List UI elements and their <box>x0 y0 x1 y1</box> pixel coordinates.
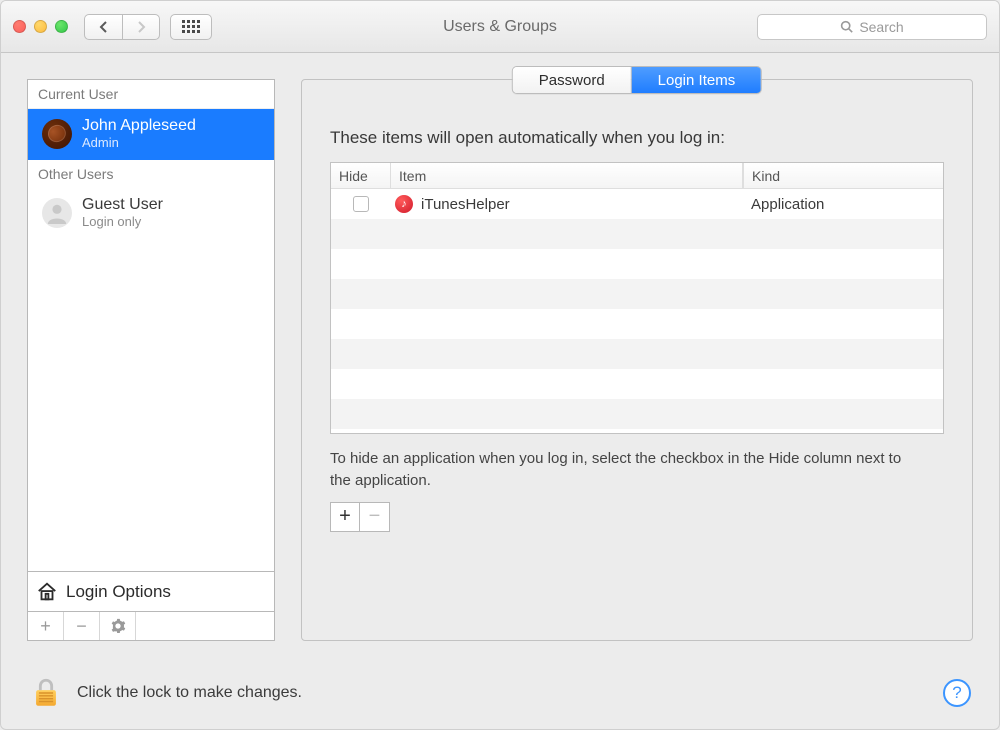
footer: Click the lock to make changes. ? <box>1 657 999 729</box>
table-header: Hide Item Kind <box>331 163 943 189</box>
login-options-button[interactable]: Login Options <box>27 571 275 611</box>
lock-icon <box>29 676 63 710</box>
search-field[interactable]: Search <box>757 14 987 40</box>
user-row[interactable]: Guest User Login only <box>28 188 274 239</box>
user-label: John Appleseed Admin <box>82 117 196 150</box>
login-items-description: These items will open automatically when… <box>330 128 944 148</box>
user-name: Guest User <box>82 196 163 214</box>
remove-user-button[interactable]: − <box>64 612 100 640</box>
table-row[interactable]: ♪ iTunesHelper Application <box>331 189 943 219</box>
gear-icon <box>110 618 126 634</box>
avatar-football-icon <box>42 119 72 149</box>
user-sidebar: Current User John Appleseed Admin Other … <box>27 79 275 641</box>
login-options-label: Login Options <box>66 582 171 602</box>
tab-login-items[interactable]: Login Items <box>632 67 762 93</box>
cell-hide <box>331 196 391 212</box>
item-name: iTunesHelper <box>421 196 510 213</box>
titlebar: Users & Groups Search <box>1 1 999 53</box>
section-current-user: Current User <box>28 80 274 109</box>
section-other-users: Other Users <box>28 160 274 188</box>
show-all-button[interactable] <box>170 14 212 40</box>
content-area: Current User John Appleseed Admin Other … <box>1 53 999 657</box>
login-items-table: Hide Item Kind ♪ iTunesHelper <box>330 162 944 434</box>
detail-panel: Password Login Items These items will op… <box>301 79 973 641</box>
sidebar-toolbar: + − <box>27 611 275 641</box>
cell-kind: Application <box>743 196 943 213</box>
add-item-button[interactable]: + <box>330 502 360 532</box>
close-window-button[interactable] <box>13 20 26 33</box>
preferences-window: Users & Groups Search Current User John … <box>0 0 1000 730</box>
traffic-lights <box>13 20 68 33</box>
col-hide[interactable]: Hide <box>331 163 391 188</box>
user-row-selected[interactable]: John Appleseed Admin <box>28 109 274 160</box>
house-icon <box>36 581 58 603</box>
minimize-window-button[interactable] <box>34 20 47 33</box>
item-add-remove: + − <box>330 502 944 532</box>
search-icon <box>840 20 853 33</box>
search-placeholder: Search <box>859 19 903 35</box>
forward-button[interactable] <box>122 14 160 40</box>
hide-hint: To hide an application when you log in, … <box>330 448 910 492</box>
tab-password[interactable]: Password <box>513 67 632 93</box>
nav-buttons <box>84 14 160 40</box>
user-actions-menu[interactable] <box>100 612 136 640</box>
lock-control[interactable]: Click the lock to make changes. <box>29 676 302 710</box>
remove-item-button[interactable]: − <box>360 502 390 532</box>
hide-checkbox[interactable] <box>353 196 369 212</box>
col-kind[interactable]: Kind <box>743 163 943 188</box>
help-button[interactable]: ? <box>943 679 971 707</box>
back-button[interactable] <box>84 14 122 40</box>
user-label: Guest User Login only <box>82 196 163 229</box>
grid-icon <box>182 20 200 33</box>
minus-icon: − <box>369 505 381 528</box>
lock-hint: Click the lock to make changes. <box>77 684 302 702</box>
add-user-button[interactable]: + <box>28 612 64 640</box>
minus-icon: − <box>76 616 87 637</box>
plus-icon: + <box>339 505 351 528</box>
col-item[interactable]: Item <box>391 163 743 188</box>
question-icon: ? <box>952 683 961 703</box>
panel-body: These items will open automatically when… <box>302 80 972 640</box>
user-list: Current User John Appleseed Admin Other … <box>27 79 275 571</box>
tabs: Password Login Items <box>512 66 762 94</box>
avatar-silhouette-icon <box>42 198 72 228</box>
user-role: Admin <box>82 135 196 150</box>
table-body: ♪ iTunesHelper Application <box>331 189 943 433</box>
zoom-window-button[interactable] <box>55 20 68 33</box>
chevron-right-icon <box>136 21 146 33</box>
table-stripes <box>331 189 943 433</box>
plus-icon: + <box>40 616 51 637</box>
user-name: John Appleseed <box>82 117 196 135</box>
user-role: Login only <box>82 214 163 229</box>
cell-item: ♪ iTunesHelper <box>391 195 743 213</box>
itunes-icon: ♪ <box>395 195 413 213</box>
chevron-left-icon <box>99 21 109 33</box>
